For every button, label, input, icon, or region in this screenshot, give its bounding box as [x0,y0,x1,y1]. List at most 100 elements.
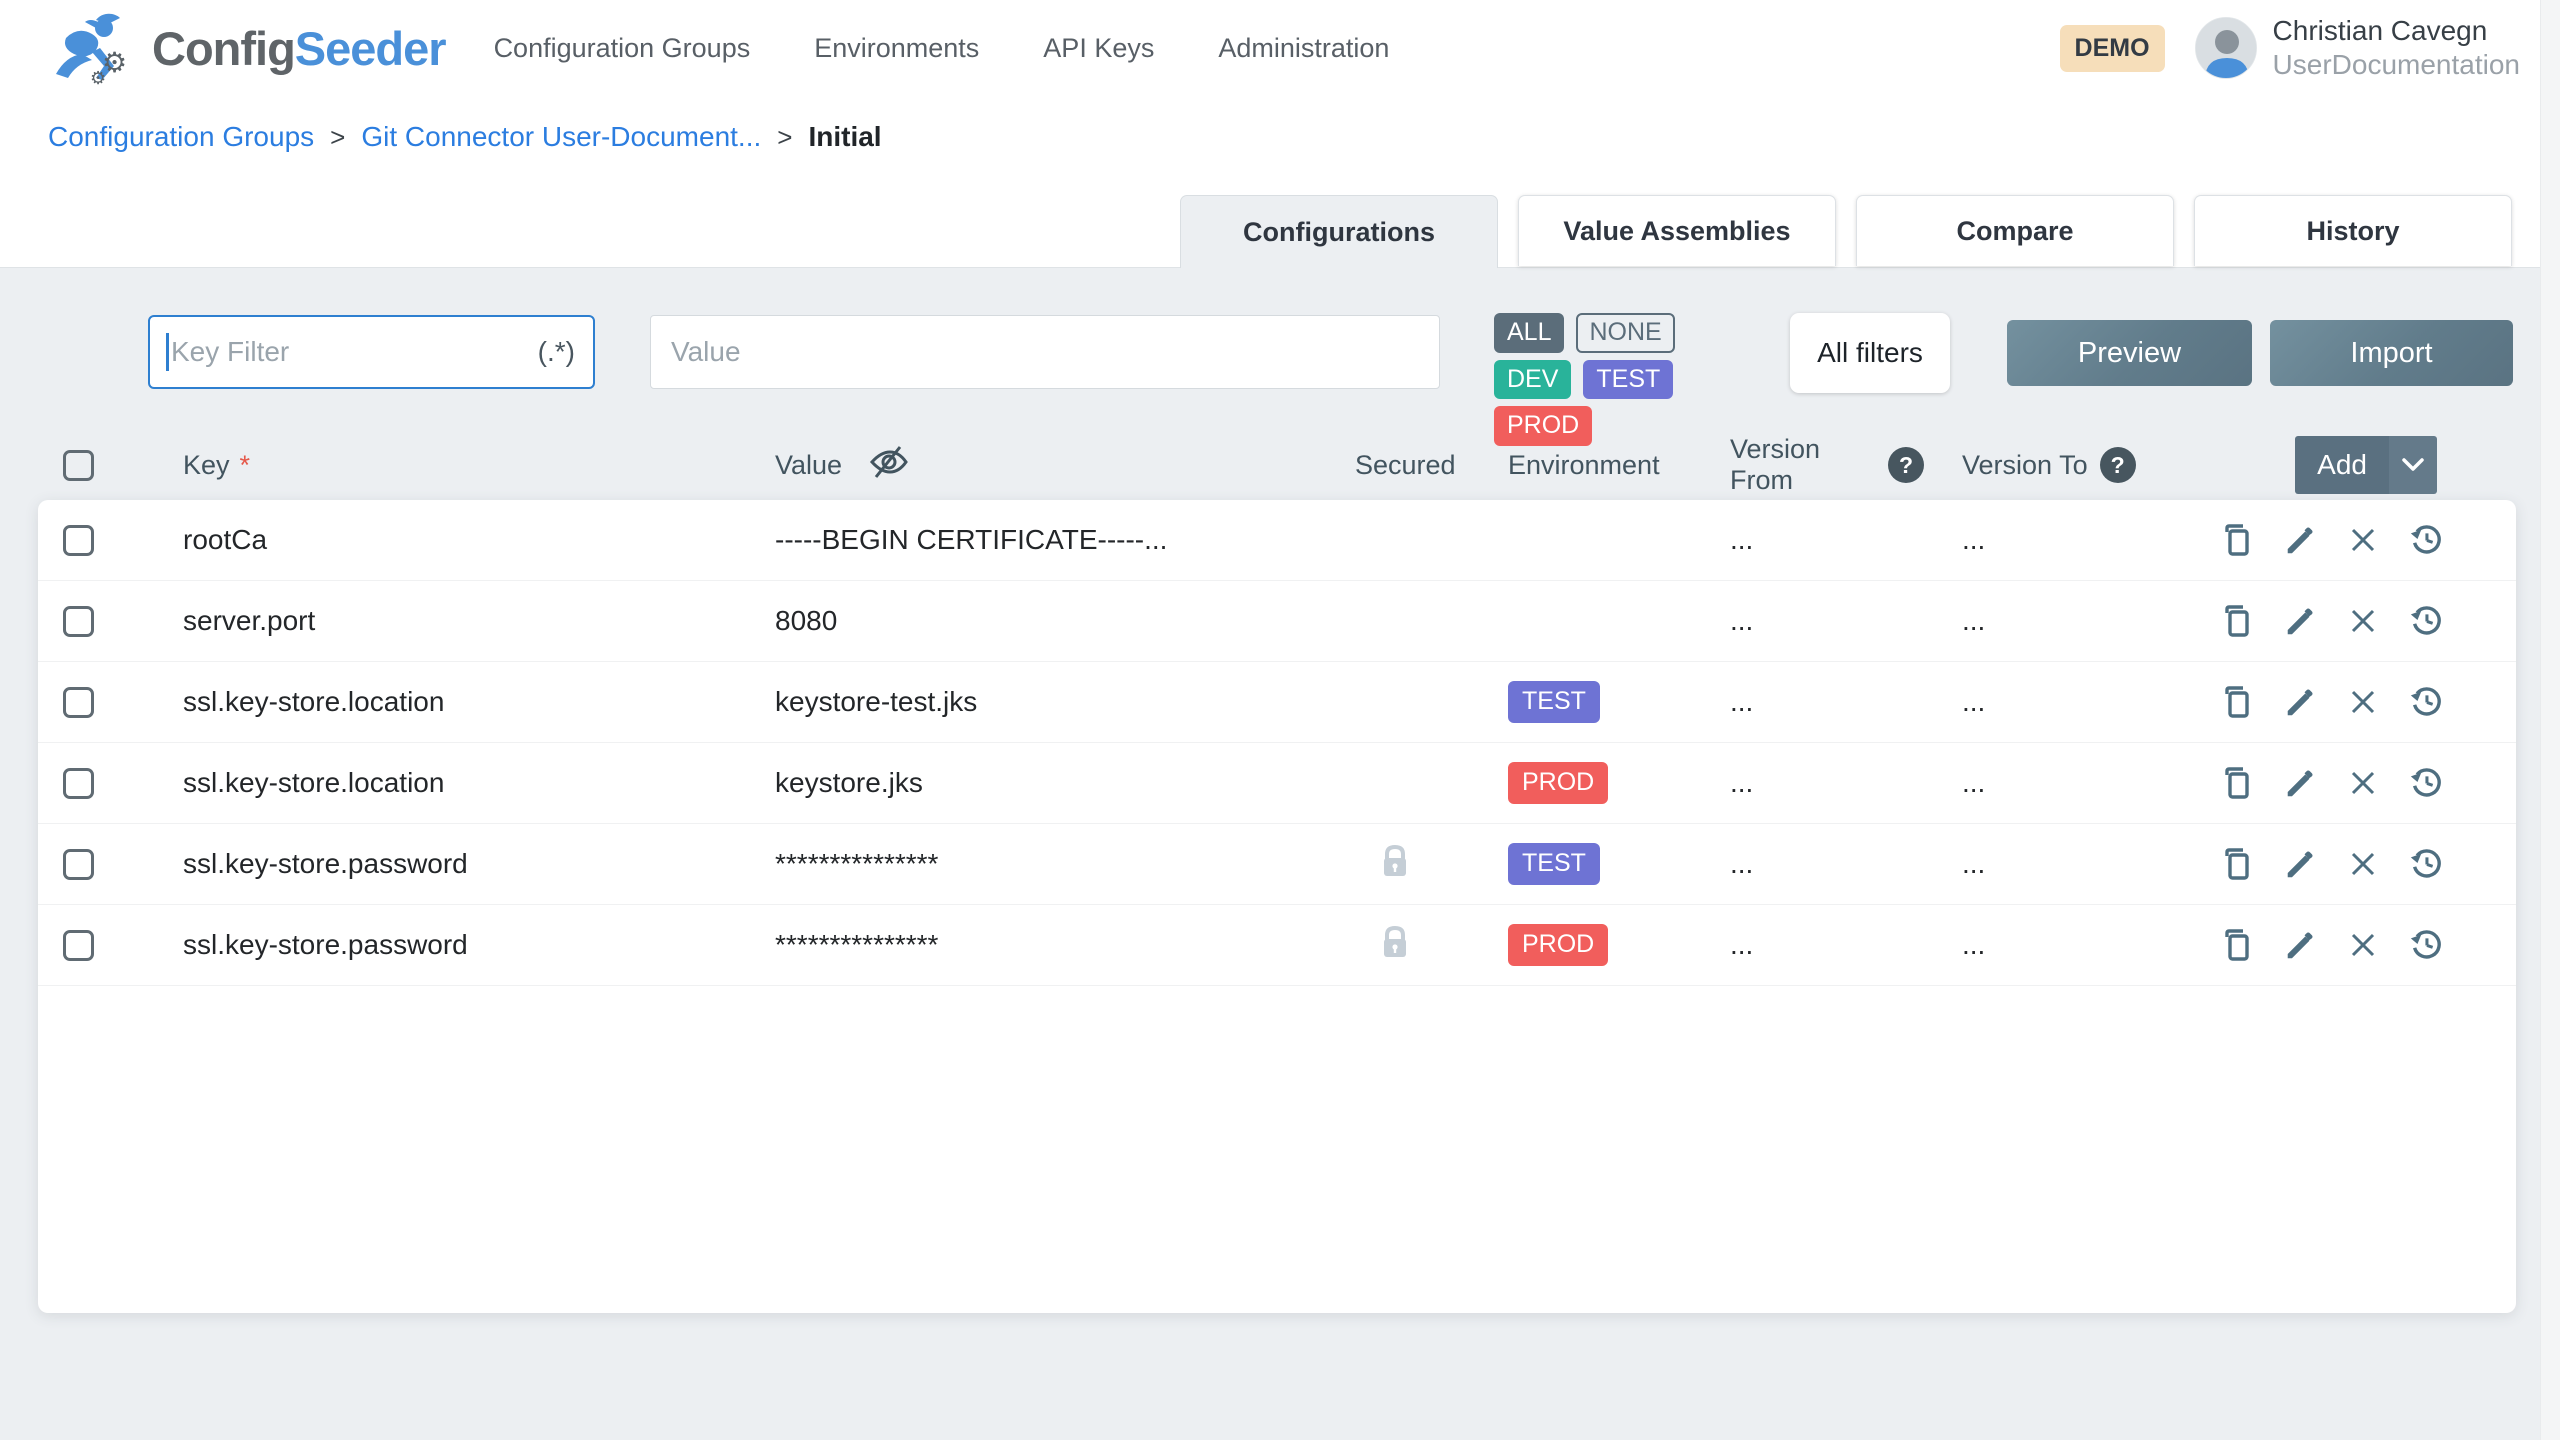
copy-icon[interactable] [2219,522,2255,558]
nav-item-environments[interactable]: Environments [814,33,979,64]
edit-icon[interactable] [2282,522,2318,558]
history-icon[interactable] [2408,603,2444,639]
content-area: (.*) ALLNONEDEVTESTPROD All filters Prev… [0,268,2560,1313]
value-filter-input[interactable] [671,336,1419,368]
breadcrumb-separator: > [330,122,345,153]
version-from-header-label: Version From [1730,434,1876,496]
copy-icon[interactable] [2219,846,2255,882]
env-filter-badge-all[interactable]: ALL [1494,313,1564,353]
copy-icon[interactable] [2219,927,2255,963]
edit-icon[interactable] [2282,684,2318,720]
add-dropdown-chevron-icon[interactable] [2389,436,2437,494]
delete-icon[interactable] [2345,846,2381,882]
lock-icon [1379,843,1411,886]
env-filter-badge-prod[interactable]: PROD [1494,406,1592,446]
top-section: ⚙ ⚙ ConfigSeeder Configuration Groups Env… [0,0,2560,268]
app-title: ConfigSeeder [152,21,446,76]
version-from-value: ... [1692,605,1924,637]
nav-item-api-keys[interactable]: API Keys [1043,33,1154,64]
env-filter-badge-dev[interactable]: DEV [1494,360,1571,400]
import-button[interactable]: Import [2270,320,2513,386]
edit-icon[interactable] [2282,846,2318,882]
version-to-value: ... [1924,767,2156,799]
copy-icon[interactable] [2219,684,2255,720]
main-nav: Configuration Groups Environments API Keys… [494,33,1454,64]
version-to-value: ... [1924,605,2156,637]
version-from-help-icon[interactable]: ? [1888,447,1924,483]
row-checkbox[interactable] [63,606,94,637]
version-to-value: ... [1924,848,2156,880]
history-icon[interactable] [2408,927,2444,963]
env-filter-badge-test[interactable]: TEST [1583,360,1673,400]
breadcrumb-link[interactable]: Git Connector User-Document... [361,121,761,153]
user-org: UserDocumentation [2273,48,2520,82]
avatar-placeholder-icon [2196,18,2257,79]
app-logo[interactable]: ⚙ ⚙ ConfigSeeder [52,8,446,88]
copy-icon[interactable] [2219,603,2255,639]
key-filter-input[interactable] [171,336,530,368]
table-row: rootCa -----BEGIN CERTIFICATE-----... ..… [38,500,2516,581]
config-key: rootCa [145,524,737,556]
tab-configurations[interactable]: Configurations [1180,195,1498,268]
env-filter-badge-none[interactable]: NONE [1576,313,1674,353]
preview-button[interactable]: Preview [2007,320,2252,386]
nav-item-configuration-groups[interactable]: Configuration Groups [494,33,751,64]
row-checkbox[interactable] [63,930,94,961]
history-icon[interactable] [2408,522,2444,558]
version-to-help-icon[interactable]: ? [2100,447,2136,483]
all-filters-button[interactable]: All filters [1790,313,1950,393]
user-info[interactable]: Christian Cavegn UserDocumentation [2273,14,2520,82]
row-checkbox[interactable] [63,525,94,556]
delete-icon[interactable] [2345,603,2381,639]
row-checkbox[interactable] [63,768,94,799]
user-avatar[interactable] [2195,17,2257,79]
config-key: ssl.key-store.password [145,848,737,880]
app-header: ⚙ ⚙ ConfigSeeder Configuration Groups Env… [0,0,2560,96]
row-checkbox[interactable] [63,849,94,880]
environment-filter-badges: ALL NONEDEV TEST PROD [1494,313,1730,446]
history-icon[interactable] [2408,846,2444,882]
secured-header-label: Secured [1355,450,1456,481]
config-key: ssl.key-store.location [145,767,737,799]
select-all-checkbox[interactable] [63,450,94,481]
text-cursor [166,333,169,371]
edit-icon[interactable] [2282,603,2318,639]
tab-compare[interactable]: Compare [1856,195,2174,266]
delete-icon[interactable] [2345,927,2381,963]
tab-history[interactable]: History [2194,195,2512,266]
table-row: ssl.key-store.password *************** T… [38,824,2516,905]
history-icon[interactable] [2408,684,2444,720]
value-visibility-toggle-icon[interactable] [866,444,908,487]
brand-seeder: Seeder [295,22,446,75]
history-icon[interactable] [2408,765,2444,801]
delete-icon[interactable] [2345,522,2381,558]
table-row: ssl.key-store.password *************** P… [38,905,2516,986]
page-scrollbar[interactable] [2540,0,2560,1440]
add-button[interactable]: Add [2295,436,2437,494]
edit-icon[interactable] [2282,765,2318,801]
table-header-row: Key * Value Secured Environment Version … [38,430,2516,500]
version-to-value: ... [1924,686,2156,718]
version-to-header-label: Version To [1962,450,2088,481]
breadcrumb-current: Initial [808,121,881,153]
brand-config: Config [152,22,295,75]
user-name: Christian Cavegn [2273,14,2520,48]
delete-icon[interactable] [2345,684,2381,720]
copy-icon[interactable] [2219,765,2255,801]
nav-item-administration[interactable]: Administration [1218,33,1389,64]
value-filter-field [650,315,1440,389]
edit-icon[interactable] [2282,927,2318,963]
breadcrumb-link[interactable]: Configuration Groups [48,121,314,153]
config-value: *************** [737,848,1320,880]
configseeder-runner-icon: ⚙ ⚙ [52,8,140,88]
delete-icon[interactable] [2345,765,2381,801]
version-from-value: ... [1692,767,1924,799]
header-right: DEMO Christian Cavegn UserDocumentation [2060,14,2520,82]
config-key: ssl.key-store.location [145,686,737,718]
config-value: keystore.jks [737,767,1320,799]
version-to-value: ... [1924,929,2156,961]
version-from-value: ... [1692,524,1924,556]
configurations-table: rootCa -----BEGIN CERTIFICATE-----... ..… [38,500,2516,1313]
row-checkbox[interactable] [63,687,94,718]
tab-value-assemblies[interactable]: Value Assemblies [1518,195,1836,266]
